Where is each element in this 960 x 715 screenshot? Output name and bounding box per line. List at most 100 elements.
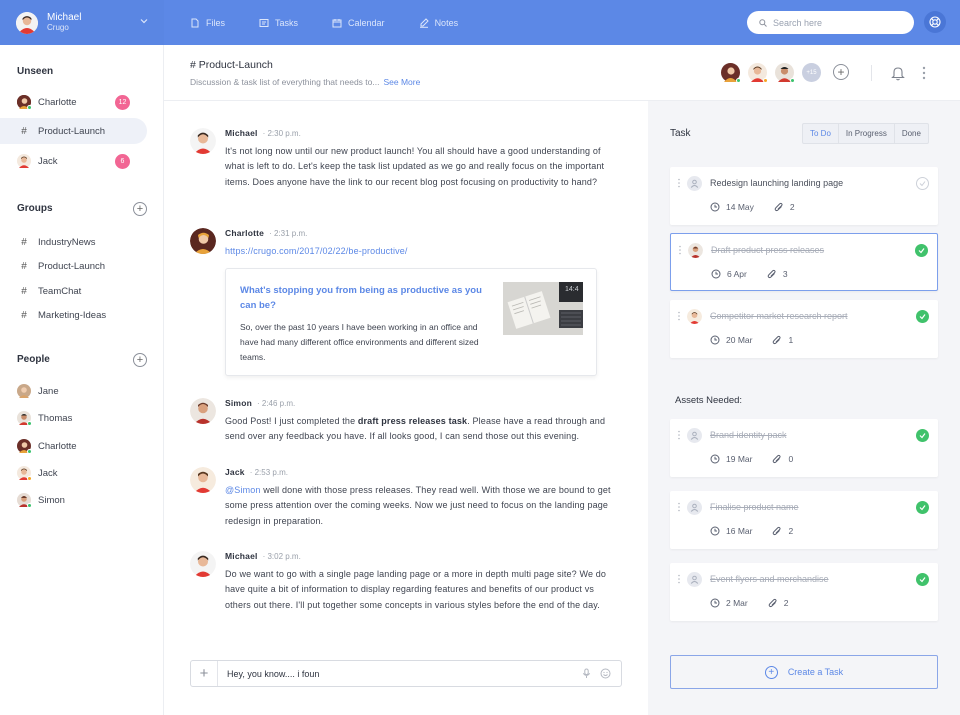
asset-checkbox-checked[interactable] — [916, 501, 929, 514]
task-card[interactable]: Competitor market research report 20 Mar… — [670, 300, 938, 358]
drag-handle-icon[interactable] — [677, 574, 681, 584]
task-reference: draft press releases task — [357, 416, 468, 426]
paperclip-icon — [767, 269, 776, 279]
preview-clock-text: 14:4 — [565, 286, 579, 293]
sidebar-group-marketing-ideas[interactable]: # Marketing-Ideas — [0, 302, 147, 328]
more-members-count[interactable]: +15 — [802, 63, 821, 82]
task-due-date: 14 May — [726, 202, 754, 212]
search-box[interactable] — [747, 11, 914, 34]
unassigned-user-icon — [687, 428, 702, 443]
drag-handle-icon[interactable] — [677, 311, 681, 321]
message-text-part: well done with those press releases. The… — [225, 485, 611, 526]
sidebar-person-charlotte[interactable]: Charlotte — [0, 433, 147, 459]
sidebar-group-product-launch[interactable]: # Product-Launch — [0, 253, 147, 279]
add-member-button[interactable]: + — [833, 64, 849, 80]
task-card[interactable]: Draft product press releases 6 Apr 3 — [670, 233, 938, 291]
member-avatar[interactable] — [748, 63, 768, 83]
message-author: Michael — [225, 551, 258, 561]
lifebuoy-icon — [929, 16, 941, 28]
sidebar-person-thomas[interactable]: Thomas — [0, 405, 147, 431]
chat-panel: Michael · 2:30 p.m. It's not long now unt… — [164, 101, 648, 715]
member-avatar[interactable] — [721, 63, 741, 83]
microphone-icon[interactable] — [581, 668, 592, 679]
asset-card[interactable]: Brand identity pack 19 Mar 0 — [670, 419, 938, 477]
tab-in-progress[interactable]: In Progress — [837, 124, 894, 143]
clock-icon — [710, 454, 720, 464]
sidebar-item-jack[interactable]: Jack 6 — [0, 148, 147, 174]
task-card[interactable]: Redesign launching landing page 14 May 2 — [670, 167, 938, 225]
drag-handle-icon[interactable] — [677, 178, 681, 188]
emoji-icon[interactable] — [600, 668, 611, 679]
unread-badge: 12 — [115, 94, 130, 110]
message-input[interactable] — [227, 665, 567, 682]
drag-handle-icon[interactable] — [678, 245, 682, 255]
groups-title: Groups — [17, 203, 53, 214]
online-indicator — [27, 421, 32, 426]
help-button[interactable] — [924, 11, 946, 33]
sidebar-person-simon[interactable]: Simon — [0, 487, 147, 513]
calendar-icon — [332, 18, 342, 27]
user-mention[interactable]: @Simon — [225, 485, 261, 495]
more-options-icon[interactable] — [922, 66, 926, 80]
message-time: · 2:30 p.m. — [262, 129, 301, 138]
task-due-date: 6 Apr — [727, 269, 747, 279]
see-more-link[interactable]: See More — [383, 77, 420, 87]
user-name: Michael — [47, 12, 82, 23]
nav-tasks[interactable]: Tasks — [259, 18, 298, 28]
avatar — [17, 411, 32, 426]
avatar — [17, 493, 32, 508]
asset-card[interactable]: Event flyers and merchandise 2 Mar 2 — [670, 563, 938, 621]
search-input[interactable] — [773, 17, 903, 28]
tab-to-do[interactable]: To Do — [803, 124, 838, 143]
preview-title[interactable]: What's stopping you from being as produc… — [240, 283, 485, 313]
channel-title: # Product-Launch — [190, 59, 273, 71]
nav-calendar[interactable]: Calendar — [332, 18, 385, 28]
user-org: Crugo — [47, 23, 69, 32]
chevron-down-icon[interactable] — [139, 16, 149, 26]
attach-button[interactable]: + — [191, 661, 218, 686]
notes-icon — [419, 17, 429, 28]
sidebar-item-product-launch[interactable]: # Product-Launch — [0, 118, 147, 144]
avatar — [190, 128, 216, 154]
task-filter-tabs: To Do In Progress Done — [802, 123, 929, 144]
nav-files[interactable]: Files — [190, 18, 225, 28]
asset-checkbox-checked[interactable] — [916, 573, 929, 586]
channel-description-text: Discussion & task list of everything tha… — [190, 77, 380, 87]
asset-title: Brand identity pack — [710, 430, 787, 440]
avatar — [190, 228, 216, 254]
bell-icon[interactable] — [891, 65, 905, 81]
nav-label: Notes — [434, 17, 459, 28]
sidebar-item-label: Jack — [38, 155, 58, 167]
away-indicator — [27, 476, 32, 481]
add-group-button[interactable]: + — [133, 202, 147, 216]
channel-description: Discussion & task list of everything tha… — [190, 77, 420, 87]
drag-handle-icon[interactable] — [677, 502, 681, 512]
task-checkbox[interactable] — [916, 177, 929, 190]
asset-checkbox-checked[interactable] — [916, 429, 929, 442]
task-checkbox-checked[interactable] — [916, 310, 929, 323]
asset-due-date: 2 Mar — [726, 598, 748, 608]
tab-done[interactable]: Done — [893, 124, 928, 143]
sidebar-group-teamchat[interactable]: # TeamChat — [0, 278, 147, 304]
task-attachment-count: 3 — [782, 269, 788, 279]
shared-link[interactable]: https://crugo.com/2017/02/22/be-producti… — [225, 246, 408, 256]
clock-icon — [710, 598, 720, 608]
sidebar-item-label: Marketing-Ideas — [38, 309, 107, 321]
sidebar-group-industrynews[interactable]: # IndustryNews — [0, 229, 147, 255]
member-avatar[interactable] — [775, 63, 795, 83]
sidebar-person-jane[interactable]: Jane — [0, 378, 147, 404]
task-checkbox-checked[interactable] — [915, 244, 928, 257]
online-indicator — [27, 105, 32, 110]
sidebar-person-jack[interactable]: Jack — [0, 460, 147, 486]
avatar — [190, 467, 216, 493]
asset-card[interactable]: Finalise product name 16 Mar 2 — [670, 491, 938, 549]
create-task-button[interactable]: + Create a Task — [670, 655, 938, 689]
add-person-button[interactable]: + — [133, 353, 147, 367]
sidebar-item-charlotte[interactable]: Charlotte 12 — [0, 89, 147, 115]
nav-notes[interactable]: Notes — [419, 17, 459, 28]
user-menu[interactable]: Michael Crugo — [0, 0, 164, 45]
sidebar: Unseen Charlotte 12 # Product-Launch Jac… — [0, 45, 164, 715]
link-preview-card[interactable]: What's stopping you from being as produc… — [225, 268, 597, 376]
avatar — [17, 466, 32, 481]
drag-handle-icon[interactable] — [677, 430, 681, 440]
